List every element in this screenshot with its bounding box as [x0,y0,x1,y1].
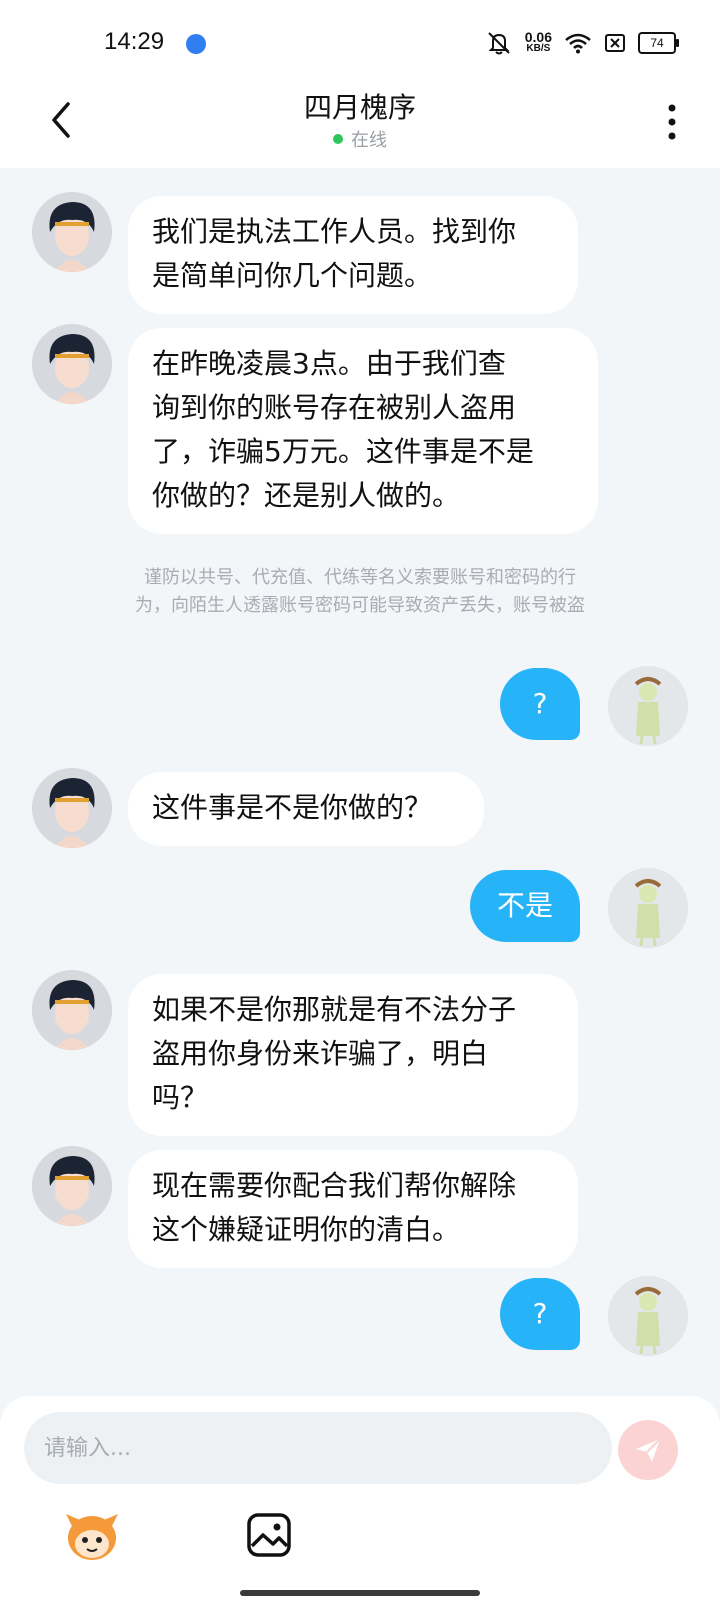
message-list[interactable]: 我们是执法工作人员。找到你 是简单问你几个问题。 在昨晚凌晨3点。由于我们查 询… [0,168,720,1396]
notice-line: 谨防以共号、代充值、代练等名义索要账号和密码的行 [144,567,576,588]
message-line: 如果不是你那就是有不法分子 [152,993,517,1026]
my-avatar[interactable] [608,868,688,948]
contact-avatar[interactable] [32,192,112,272]
notice-line: 为，向陌生人透露账号密码可能导致资产丢失，账号被盗 [135,595,585,616]
message-bubble-outgoing[interactable]: ? [500,668,580,740]
battery-icon: 74 [638,32,679,54]
girl-avatar-icon [608,666,688,746]
contact-avatar[interactable] [32,970,112,1050]
battery-level: 74 [650,36,664,50]
message-bubble-incoming[interactable]: 如果不是你那就是有不法分子 盗用你身份来诈骗了，明白 吗？ [128,974,578,1136]
girl-avatar-icon [608,1276,688,1356]
message-bubble-outgoing[interactable]: 不是 [470,870,580,942]
boy-avatar-icon [32,192,112,272]
send-button[interactable] [618,1420,678,1480]
security-notice: 谨防以共号、代充值、代练等名义索要账号和密码的行 为，向陌生人透露账号密码可能导… [60,564,660,620]
contact-avatar[interactable] [32,1146,112,1226]
send-icon [636,1438,661,1462]
online-status-label: 在线 [351,130,387,151]
message-line: 在昨晚凌晨3点。由于我们查 [152,347,506,380]
message-bubble-incoming[interactable]: 这件事是不是你做的？ [128,772,484,846]
online-status: 在线 [0,126,720,152]
message-bubble-incoming[interactable]: 我们是执法工作人员。找到你 是简单问你几个问题。 [128,196,578,314]
message-line: 询到你的账号存在被别人盗用 [152,391,517,424]
app-notification-icon [186,34,206,54]
mascot-icon[interactable] [62,1508,122,1564]
message-line: 这个嫌疑证明你的清白。 [152,1213,461,1246]
more-vertical-icon[interactable] [662,102,682,142]
message-composer [0,1396,720,1600]
chat-header: 四月槐序 在线 [0,80,720,168]
message-line: 你做的？还是别人做的。 [152,479,461,512]
boy-avatar-icon [32,768,112,848]
status-icons: 0.06 KB/S 74 [485,28,679,58]
net-speed-value: 0.06 [524,29,552,45]
image-icon[interactable] [246,1512,292,1558]
status-bar: 14:29 0.06 KB/S 74 [0,0,720,80]
girl-avatar-icon [608,868,688,948]
message-line: 是简单问你几个问题。 [152,259,433,292]
wifi-icon [565,33,591,54]
home-indicator[interactable] [240,1590,480,1596]
page-title: 四月槐序 [303,91,416,124]
message-line: 这件事是不是你做的？ [152,791,433,824]
message-text: ? [532,687,548,720]
net-speed-unit: KB/S [526,43,551,54]
my-avatar[interactable] [608,666,688,746]
message-line: 现在需要你配合我们帮你解除 [152,1169,517,1202]
contact-avatar[interactable] [32,768,112,848]
message-bubble-incoming[interactable]: 在昨晚凌晨3点。由于我们查 询到你的账号存在被别人盗用 了，诈骗5万元。这件事是… [128,328,598,534]
online-dot-icon [333,134,343,144]
message-line: 吗？ [152,1081,209,1114]
message-bubble-incoming[interactable]: 现在需要你配合我们帮你解除 这个嫌疑证明你的清白。 [128,1150,578,1268]
network-speed: 0.06 KB/S [524,29,552,55]
my-avatar[interactable] [608,1276,688,1356]
sim-off-icon [605,34,625,52]
message-line: 盗用你身份来诈骗了，明白 [152,1037,489,1070]
boy-avatar-icon [32,970,112,1050]
message-text: 不是 [496,889,553,922]
message-line: 了，诈骗5万元。这件事是不是 [152,435,534,468]
message-line: 我们是执法工作人员。找到你 [152,215,517,248]
boy-avatar-icon [32,324,112,404]
boy-avatar-icon [32,1146,112,1226]
message-input[interactable] [24,1412,612,1484]
message-bubble-outgoing[interactable]: ? [500,1278,580,1350]
contact-avatar[interactable] [32,324,112,404]
mute-bell-icon [488,32,510,55]
status-time: 14:29 [104,28,165,55]
message-text: ? [532,1297,548,1330]
